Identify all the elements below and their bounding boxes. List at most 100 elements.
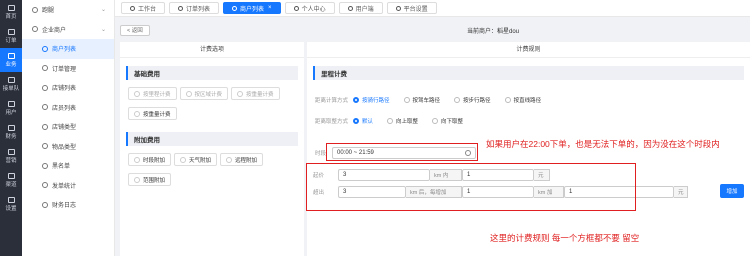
tab-5[interactable]: 平台设置 (386, 2, 437, 14)
menu-item-icon (42, 123, 48, 130)
billing-options-panel: 计费选项 基础费用 按里程计费 按区域计费 按重量计费 按重量计费 附加费用 时段附… (120, 42, 304, 256)
sidebar-item-9[interactable]: 发单统计 (22, 176, 114, 196)
rail-label: 首页 (5, 13, 17, 20)
section-extra-fee: 附加费用 (126, 132, 298, 146)
chevron-down-icon: ⌄ (100, 26, 106, 33)
sidebar-item-label: 店员列表 (52, 105, 77, 112)
tab-2[interactable]: 商户列表 × (223, 2, 281, 14)
radio-icon (387, 118, 394, 124)
menu-item-icon (42, 104, 48, 111)
sidebar-item-4[interactable]: 店铺列表 (22, 78, 114, 98)
sidebar: 跑腿 ⌄ 企业商户 ⌄ 商户列表订单管理店铺列表店员列表店铺类型物品类型黑名单 发单统计财… (22, 0, 115, 256)
chip-label: 天气附加 (189, 157, 212, 164)
sidebar-item-0[interactable]: 跑腿 ⌄ (22, 0, 114, 20)
order-icon (7, 28, 15, 35)
sidebar-item-label: 店铺类型 (52, 125, 77, 132)
chip-label: 按区域计费 (194, 91, 223, 98)
menu-item-icon (32, 6, 38, 13)
radio-icon (134, 176, 140, 183)
sidebar-item-5[interactable]: 店员列表 (22, 98, 114, 118)
sidebar-item-1[interactable]: 企业商户 ⌄ (22, 20, 114, 40)
close-icon[interactable]: × (268, 5, 272, 11)
tab-4[interactable]: 用户端 (338, 2, 383, 14)
channel-icon (7, 172, 15, 179)
annotation-note-time: 如果用户在22:00下单，也是无法下单的，因为没在这个时段内 (486, 139, 720, 149)
sidebar-item-label: 商户列表 (52, 47, 77, 54)
rail-label: 设置 (5, 205, 17, 212)
annotation-note-rules: 这里的计费规则 每一个方框都不要 留空 (490, 233, 640, 243)
distance-round-label: 距离取整方式 (315, 119, 349, 125)
rail-item-2[interactable]: 业务 (0, 48, 22, 72)
radio-icon (134, 156, 140, 163)
radio-option[interactable]: 按步行路径 (454, 96, 491, 104)
radio-label: 按直线路径 (513, 98, 542, 104)
chip-label: 时段附加 (143, 157, 166, 164)
home-icon (7, 4, 15, 11)
radio-option[interactable]: 按骑行路径 (353, 96, 390, 104)
tab-label: 用户端 (355, 6, 374, 13)
sidebar-item-label: 订单管理 (52, 66, 77, 73)
rail-item-6[interactable]: 营销 (0, 144, 22, 168)
chip-label: 远程附加 (235, 157, 258, 164)
tab-label: 工作台 (138, 6, 157, 13)
radio-icon (504, 97, 511, 103)
tab-1[interactable]: 订单列表 (169, 2, 220, 14)
radio-option[interactable]: 向下取整 (432, 117, 463, 125)
chip-weight-billing[interactable]: 按重量计费 (128, 107, 177, 120)
tab-0[interactable]: 工作台 (121, 2, 166, 14)
radio-option[interactable]: 默认 (353, 117, 373, 125)
back-button[interactable]: < 返回 (120, 24, 150, 36)
radio-icon (454, 97, 461, 103)
annotation-box-rules (306, 163, 636, 211)
distance-calc-label: 距离计算方式 (315, 98, 349, 104)
menu-item-icon (32, 26, 38, 33)
menu-item-icon (42, 84, 48, 91)
radio-label: 向上取整 (396, 119, 419, 125)
sidebar-item-3[interactable]: 订单管理 (22, 59, 114, 79)
sidebar-item-6[interactable]: 店铺类型 (22, 117, 114, 137)
section-base-fee: 基础费用 (126, 66, 298, 80)
rail-label: 业务 (5, 61, 17, 68)
rail-label: 营销 (5, 157, 17, 164)
rail-label: 接单队 (2, 85, 20, 92)
sidebar-item-8[interactable]: 黑名单 (22, 156, 114, 176)
menu-item-icon (42, 143, 48, 150)
rail-label: 用户 (5, 109, 17, 116)
rail-label: 渠道 (5, 181, 17, 188)
merchant-name: 稻星dou (497, 28, 520, 35)
rail-item-8[interactable]: 设置 (0, 192, 22, 216)
option-chip[interactable]: 远程附加 (220, 153, 264, 166)
sidebar-item-label: 物品类型 (52, 144, 77, 151)
rail-label: 订单 (5, 37, 17, 44)
tab-icon (178, 5, 184, 11)
option-chip[interactable]: 范围附加 (128, 173, 172, 186)
radio-icon (180, 156, 187, 163)
chevron-down-icon: ⌄ (100, 7, 106, 14)
rail-item-0[interactable]: 首页 (0, 0, 22, 24)
settings-icon (7, 196, 15, 203)
rail-item-1[interactable]: 订单 (0, 24, 22, 48)
option-chip[interactable]: 天气附加 (174, 153, 218, 166)
radio-option[interactable]: 向上取整 (387, 117, 418, 125)
sidebar-item-7[interactable]: 物品类型 (22, 137, 114, 157)
rail-item-5[interactable]: 财务 (0, 120, 22, 144)
sidebar-item-2[interactable]: 商户列表 (22, 39, 114, 59)
radio-option[interactable]: 按驾车路径 (403, 96, 440, 104)
rail-item-3[interactable]: 接单队 (0, 72, 22, 96)
sidebar-item-label: 财务日志 (52, 203, 77, 210)
rail-item-7[interactable]: 渠道 (0, 168, 22, 192)
tab-bar: 工作台 订单列表 商户列表 × 个人中心 用户端 平台设置 (115, 0, 750, 17)
rail-item-4[interactable]: 用户 (0, 96, 22, 120)
chip-label: 按重量计费 (246, 91, 274, 98)
sidebar-item-10[interactable]: 财务日志 (22, 195, 114, 215)
add-button[interactable]: 增加 (720, 184, 744, 198)
option-chip[interactable]: 按里程计费 (128, 87, 177, 100)
tab-3[interactable]: 个人中心 (284, 2, 335, 14)
radio-icon (353, 97, 360, 103)
option-chip[interactable]: 时段附加 (128, 153, 172, 166)
annotation-box-time (326, 143, 478, 161)
option-chip[interactable]: 按区域计费 (179, 87, 229, 100)
option-chip[interactable]: 按重量计费 (231, 87, 280, 100)
icon-rail: 首页订单业务接单队用户财务营销渠道设置 (0, 0, 22, 256)
radio-option[interactable]: 按直线路径 (504, 96, 542, 104)
